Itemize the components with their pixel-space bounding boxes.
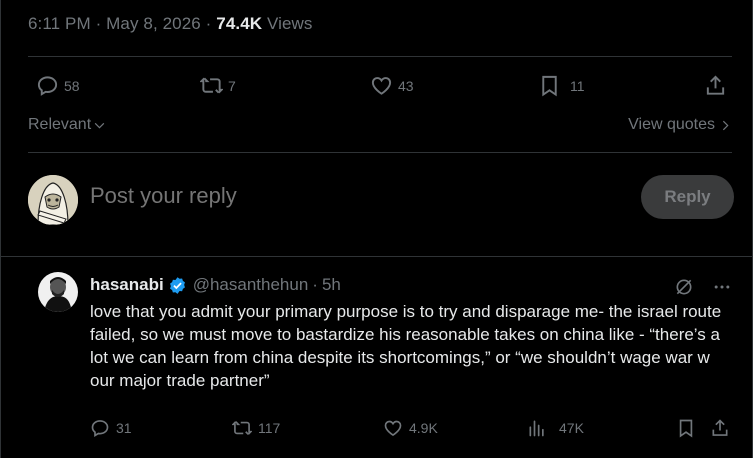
chevron-right-icon bbox=[722, 120, 729, 130]
meta-separator: · bbox=[312, 275, 318, 294]
like-action[interactable]: 4.9K bbox=[383, 418, 438, 438]
grok-icon[interactable] bbox=[674, 277, 694, 297]
bookmark-icon bbox=[542, 75, 557, 97]
reply-action[interactable]: 58 bbox=[36, 74, 80, 97]
reply-count: 31 bbox=[116, 420, 132, 436]
sort-relevant-dropdown[interactable]: Relevant bbox=[28, 116, 106, 134]
share-icon bbox=[712, 419, 728, 436]
views-icon bbox=[529, 420, 544, 437]
reply-icon bbox=[91, 420, 109, 437]
views-action[interactable]: 47K bbox=[527, 418, 584, 438]
tweet-time[interactable]: 5h bbox=[322, 275, 341, 295]
repost-action[interactable]: 117 bbox=[232, 418, 280, 438]
repost-count: 7 bbox=[228, 77, 236, 94]
tweet-text: love that you admit your primary purpose… bbox=[90, 302, 722, 390]
repost-count: 117 bbox=[258, 420, 281, 436]
like-icon bbox=[384, 420, 402, 437]
reply-icon bbox=[37, 76, 58, 96]
post-action-bar: 58 7 43 11 bbox=[28, 74, 732, 104]
reply-action-bar: 31 117 4.9K 47K bbox=[90, 418, 732, 442]
more-icon[interactable] bbox=[712, 277, 732, 297]
repost-icon bbox=[232, 421, 252, 435]
share-icon bbox=[706, 75, 725, 95]
post-date[interactable]: May 8, 2026 bbox=[106, 14, 201, 33]
section-divider bbox=[1, 256, 752, 257]
reply-author-avatar[interactable] bbox=[38, 272, 78, 312]
sort-label: Relevant bbox=[28, 116, 92, 133]
meta-separator: · bbox=[205, 14, 212, 33]
share-action[interactable] bbox=[704, 74, 727, 97]
post-detail: 6:11 PM · May 8, 2026 · 74.4K Views 58 7… bbox=[0, 0, 753, 458]
bookmark-icon bbox=[679, 419, 693, 438]
avatar-image bbox=[38, 272, 78, 312]
like-icon bbox=[371, 77, 392, 95]
like-count: 43 bbox=[398, 77, 414, 94]
views-label: Views bbox=[266, 14, 313, 33]
bookmark-count: 11 bbox=[570, 77, 585, 94]
reply-tweet-header: hasanabi @hasanthehun · 5h bbox=[90, 275, 341, 295]
view-quotes-label: View quotes bbox=[628, 116, 715, 133]
repost-action[interactable]: 7 bbox=[200, 74, 236, 97]
bookmark-action[interactable]: 11 bbox=[538, 74, 585, 97]
avatar-image bbox=[28, 175, 78, 225]
views-count: 47K bbox=[559, 420, 584, 436]
chevron-down-icon bbox=[94, 122, 105, 129]
meta-separator: · bbox=[95, 14, 102, 33]
reply-button[interactable]: Reply bbox=[641, 175, 734, 219]
share-action[interactable] bbox=[710, 418, 730, 438]
author-handle[interactable]: @hasanthehun bbox=[193, 275, 309, 295]
reply-count: 58 bbox=[64, 77, 80, 94]
bookmark-action[interactable] bbox=[676, 418, 696, 438]
divider bbox=[28, 56, 732, 57]
sort-row: Relevant View quotes bbox=[28, 116, 732, 140]
tweet-top-icons bbox=[674, 277, 732, 297]
reply-input[interactable] bbox=[90, 183, 610, 209]
post-meta: 6:11 PM · May 8, 2026 · 74.4K Views bbox=[28, 14, 313, 34]
reply-action[interactable]: 31 bbox=[90, 418, 132, 438]
verified-badge-icon[interactable] bbox=[168, 276, 187, 295]
author-name[interactable]: hasanabi bbox=[90, 275, 164, 295]
repost-icon bbox=[200, 77, 223, 94]
views-count: 74.4K bbox=[216, 14, 263, 33]
post-time[interactable]: 6:11 PM bbox=[28, 14, 91, 33]
divider bbox=[28, 152, 732, 153]
user-avatar[interactable] bbox=[28, 175, 78, 225]
view-quotes-link[interactable]: View quotes bbox=[628, 116, 732, 134]
like-count: 4.9K bbox=[409, 420, 438, 436]
like-action[interactable]: 43 bbox=[370, 74, 414, 97]
